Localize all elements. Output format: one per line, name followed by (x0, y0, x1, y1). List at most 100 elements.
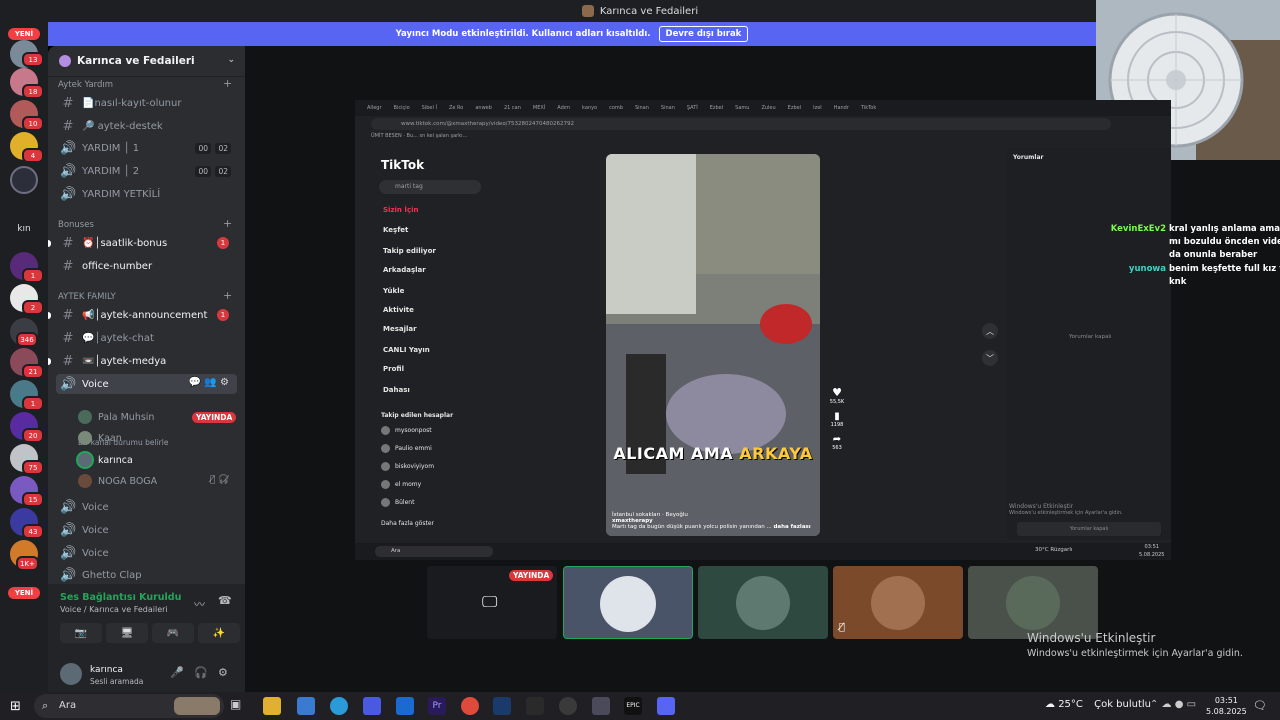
channel-aytek-destek[interactable]: # 🔎 aytek-destek (56, 116, 237, 136)
noise-suppression-icon[interactable]: 〰 (194, 596, 205, 612)
chrome-icon[interactable] (461, 697, 479, 715)
outlook-icon[interactable] (396, 697, 414, 715)
voice-user[interactable]: NOGA BOGA (78, 471, 157, 491)
channel-office-number[interactable]: # office-number (56, 256, 237, 276)
voice-user[interactable]: Kaan (78, 428, 122, 448)
heart-icon[interactable]: ♥ (825, 386, 849, 399)
taskbar-clock[interactable]: 03:51 5.08.2025 (1206, 695, 1247, 717)
participant-tile[interactable]: YAYINDA 🖵 (427, 566, 557, 639)
url-bar[interactable]: www.tiktok.com/@xmaxtherapy/video/753280… (371, 118, 1111, 130)
server-folder-label[interactable]: kın (10, 224, 38, 238)
category-aytek-yardim[interactable]: Aytek Yardım + (58, 77, 232, 90)
tiktok-video[interactable]: ALICAM AMA ARKAYA İstanbul sokakları · B… (606, 154, 820, 536)
category-bonuses[interactable]: Bonuses + (58, 217, 232, 230)
participant-tile[interactable] (698, 566, 828, 639)
voice-channel[interactable]: 🔊 Voice (56, 497, 237, 517)
mic-icon[interactable]: 🎤 (170, 666, 184, 679)
browser-tab[interactable]: Sibel İ (422, 105, 437, 111)
voice-channel[interactable]: 🔊 Ghetto Clap (56, 565, 237, 585)
tiktok-search[interactable]: marti tag (379, 180, 481, 194)
app-icon[interactable] (592, 697, 610, 715)
chevron-down-icon[interactable]: ﹀ (982, 350, 998, 366)
screen-share-button[interactable]: 🖥 (106, 623, 148, 643)
channel-yardim-yetkili[interactable]: 🔊 YARDIM YETKİLİ (56, 184, 237, 204)
show-more[interactable]: Daha fazla göster (381, 520, 434, 527)
more-link[interactable]: daha fazlası (773, 524, 810, 530)
share-icon[interactable]: ➦ (825, 434, 849, 445)
browser-tab[interactable]: ŞATİ (687, 105, 698, 111)
browser-tab[interactable]: 21 can (504, 105, 521, 111)
camera-off-button[interactable]: 📷 (60, 623, 102, 643)
followed-account[interactable]: Paulio emmi (381, 444, 432, 453)
nav-friends[interactable]: Arkadaşlar (383, 266, 426, 274)
notification-icon[interactable]: 🗨 (1253, 699, 1267, 712)
obs-icon[interactable] (559, 697, 577, 715)
screen-share[interactable]: Allegr Biciçio Sibel İ Ze Ro anweb 21 ca… (355, 100, 1171, 560)
browser-tab[interactable]: Handr (834, 105, 849, 111)
category-aytek-family[interactable]: AYTEK FAMILY + (58, 289, 232, 302)
chevron-up-icon[interactable]: ︿ (982, 323, 998, 339)
store-icon[interactable] (363, 697, 381, 715)
followed-account[interactable]: Bülent (381, 498, 414, 507)
voice-channel[interactable]: 🔊 Voice (56, 520, 237, 540)
voice-channel-active[interactable]: 🔊 Voice 💬 👥 ⚙ (56, 374, 237, 394)
taskbar-search[interactable]: ⌕ Ara (34, 694, 224, 718)
disconnect-icon[interactable]: ☎ (218, 594, 232, 607)
file-explorer-icon[interactable] (263, 697, 281, 715)
activity-button[interactable]: 🎮 (152, 623, 194, 643)
browser-tab[interactable]: Sinan (661, 105, 675, 111)
nav-live[interactable]: CANLI Yayın (383, 346, 430, 354)
voice-channel[interactable]: 🔊 Voice (56, 543, 237, 563)
channel-aytek-chat[interactable]: # 💬│aytek-chat (56, 328, 237, 348)
browser-tab[interactable]: Izel (813, 105, 822, 111)
browser-tab[interactable]: anweb (475, 105, 492, 111)
voice-user[interactable]: Pala Muhsin (78, 407, 154, 427)
voice-user[interactable]: karınca (78, 450, 133, 470)
add-channel-icon[interactable]: + (223, 289, 232, 302)
followed-account[interactable]: mysoonpost (381, 426, 432, 435)
browser-tab[interactable]: TikTok (861, 105, 876, 111)
participant-tile[interactable] (968, 566, 1098, 639)
browser-tab[interactable]: Ezbel (788, 105, 801, 111)
channel-aytek-announcement[interactable]: # 📢│aytek-announcement 1 (56, 305, 237, 325)
taskbar-weather[interactable]: ☁ 25°C Çok bulutlu (1045, 699, 1151, 710)
nav-profile[interactable]: Profil (383, 365, 404, 373)
channel-aytek-medya[interactable]: # 📼│aytek-medya (56, 351, 237, 371)
browser-tab[interactable]: MEXİ (533, 105, 545, 111)
headphones-icon[interactable]: 🎧 (194, 666, 208, 679)
channel-nasil-kayit[interactable]: # 📄nasıl-kayıt-olunur (56, 93, 237, 113)
disable-button[interactable]: Devre dışı bırak (658, 26, 749, 42)
browser-tab[interactable]: kanyo (582, 105, 597, 111)
windows-start-icon[interactable]: ⊞ (10, 699, 21, 714)
browser-tab[interactable]: Ze Ro (449, 105, 463, 111)
epic-games-icon[interactable]: EPIC (624, 697, 642, 715)
app-icon[interactable] (526, 697, 544, 715)
server-icon[interactable] (10, 166, 38, 194)
premiere-icon[interactable]: Pr (428, 697, 446, 715)
followed-account[interactable]: el momy (381, 480, 421, 489)
nav-upload[interactable]: Yükle (383, 287, 404, 295)
comment-input[interactable]: Yorumlar kapalı (1017, 522, 1161, 536)
server-header[interactable]: Karınca ve Fedaileri ⌄ (48, 46, 245, 77)
channel-yardim-1[interactable]: 🔊 YARDIM │ 1 00 02 (56, 138, 237, 158)
followed-account[interactable]: biskoviyiyom (381, 462, 434, 471)
channel-saatlik-bonus[interactable]: # ⏰│saatlik-bonus 1 (56, 233, 237, 253)
soundboard-button[interactable]: ✨ (198, 623, 240, 643)
nav-explore[interactable]: Keşfet (383, 226, 408, 234)
browser-tab[interactable]: comb (609, 105, 623, 111)
add-channel-icon[interactable]: + (223, 77, 232, 90)
nav-following[interactable]: Takip ediliyor (383, 247, 436, 255)
browser-tab[interactable]: Biciçio (394, 105, 410, 111)
avatar[interactable] (60, 663, 82, 685)
participant-tile[interactable] (563, 566, 693, 639)
tiktok-logo[interactable]: TikTok (381, 158, 424, 172)
browser-tab[interactable]: Adım (557, 105, 570, 111)
add-channel-icon[interactable]: + (223, 217, 232, 230)
steam-icon[interactable] (493, 697, 511, 715)
tray-icons[interactable]: ⌃ ☁ ● ▭ (1150, 699, 1196, 710)
participant-tile[interactable]: 🎙̸ (833, 566, 963, 639)
bookmark-icon[interactable]: ▮ (825, 411, 849, 422)
browser-tab[interactable]: Samu (735, 105, 749, 111)
channel-yardim-2[interactable]: 🔊 YARDIM │ 2 00 02 (56, 161, 237, 181)
gear-icon[interactable]: ⚙ (218, 666, 228, 679)
